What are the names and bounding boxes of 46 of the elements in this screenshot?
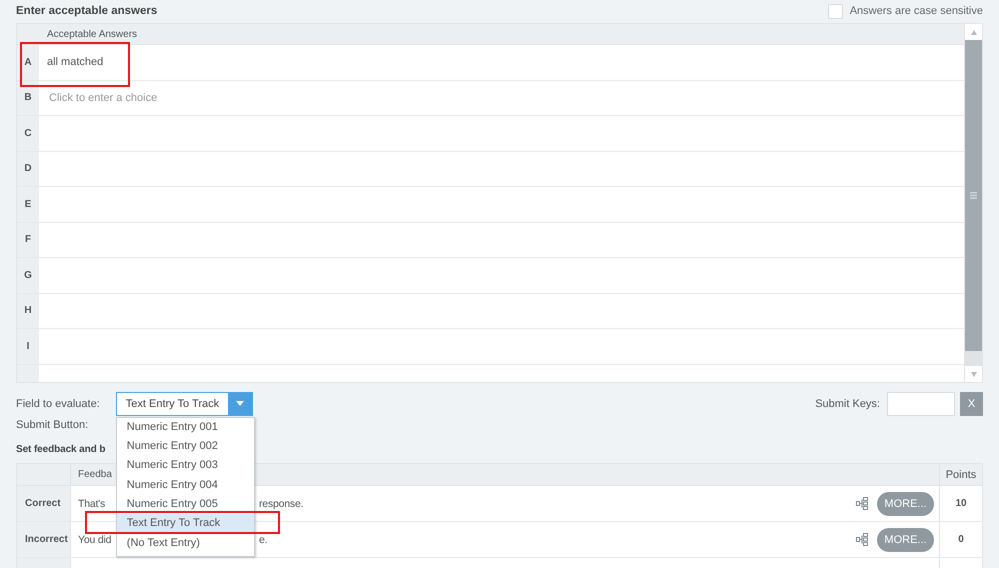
feedback-text: That's	[78, 498, 106, 510]
feedback-text: You did	[78, 534, 112, 546]
row-label: Correct	[25, 498, 61, 509]
submit-keys-field[interactable]	[887, 392, 955, 416]
column-header: Acceptable Answers	[46, 28, 138, 40]
answer-cell[interactable]: all matched	[39, 45, 964, 80]
column-header: Points	[946, 468, 976, 480]
section-title: Set feedback and b	[16, 443, 106, 457]
row-letter: A	[17, 45, 39, 80]
feedback-text: e.	[259, 534, 268, 546]
feedback-text: response.	[259, 498, 304, 510]
points-value: 0	[958, 534, 964, 545]
down-arrow-icon	[970, 372, 976, 376]
column-header: Feedba	[78, 469, 112, 480]
hierarchy-icon	[856, 533, 868, 546]
checkbox-label: Answers are case sensitive	[850, 5, 983, 17]
row-letter: I	[17, 329, 39, 364]
row-letter: H	[17, 294, 39, 328]
up-arrow-icon	[970, 30, 976, 34]
hierarchy-icon	[856, 497, 868, 510]
section-title: Enter acceptable answers	[16, 5, 158, 17]
row-letter: F	[17, 222, 39, 257]
row-letter: D	[17, 152, 39, 186]
dropdown-option[interactable]: Numeric Entry 002	[116, 436, 254, 456]
points-value: 10	[955, 498, 967, 509]
dropdown-option[interactable]: Numeric Entry 004	[116, 476, 254, 496]
dropdown-option[interactable]: Numeric Entry 003	[116, 456, 254, 476]
dropdown-option[interactable]: Text Entry To Track	[116, 514, 254, 534]
row-letter: B	[17, 80, 39, 115]
scroll-down-button[interactable]	[965, 366, 982, 382]
row-letter: E	[17, 187, 39, 222]
caret-icon	[236, 401, 244, 406]
scrollbar-thumb[interactable]	[965, 40, 982, 351]
dropdown-option[interactable]: Numeric Entry 001	[116, 418, 254, 437]
row-letter: C	[17, 116, 39, 150]
submit-button-label: Submit Button:	[16, 419, 88, 431]
dropdown-option[interactable]: Numeric Entry 005	[116, 495, 254, 514]
checkbox[interactable]	[828, 4, 843, 18]
scroll-up-button[interactable]	[965, 24, 982, 40]
dropdown-option[interactable]: (No Text Entry)	[116, 534, 254, 554]
submit-keys-label: Submit Keys:	[815, 398, 880, 410]
field-dropdown[interactable]: Text Entry To Track	[116, 392, 253, 416]
row-letter: G	[17, 258, 39, 292]
field-label: Field to evaluate:	[16, 398, 100, 410]
row-label: Incorrect	[25, 534, 68, 545]
grip-icon	[970, 192, 977, 199]
